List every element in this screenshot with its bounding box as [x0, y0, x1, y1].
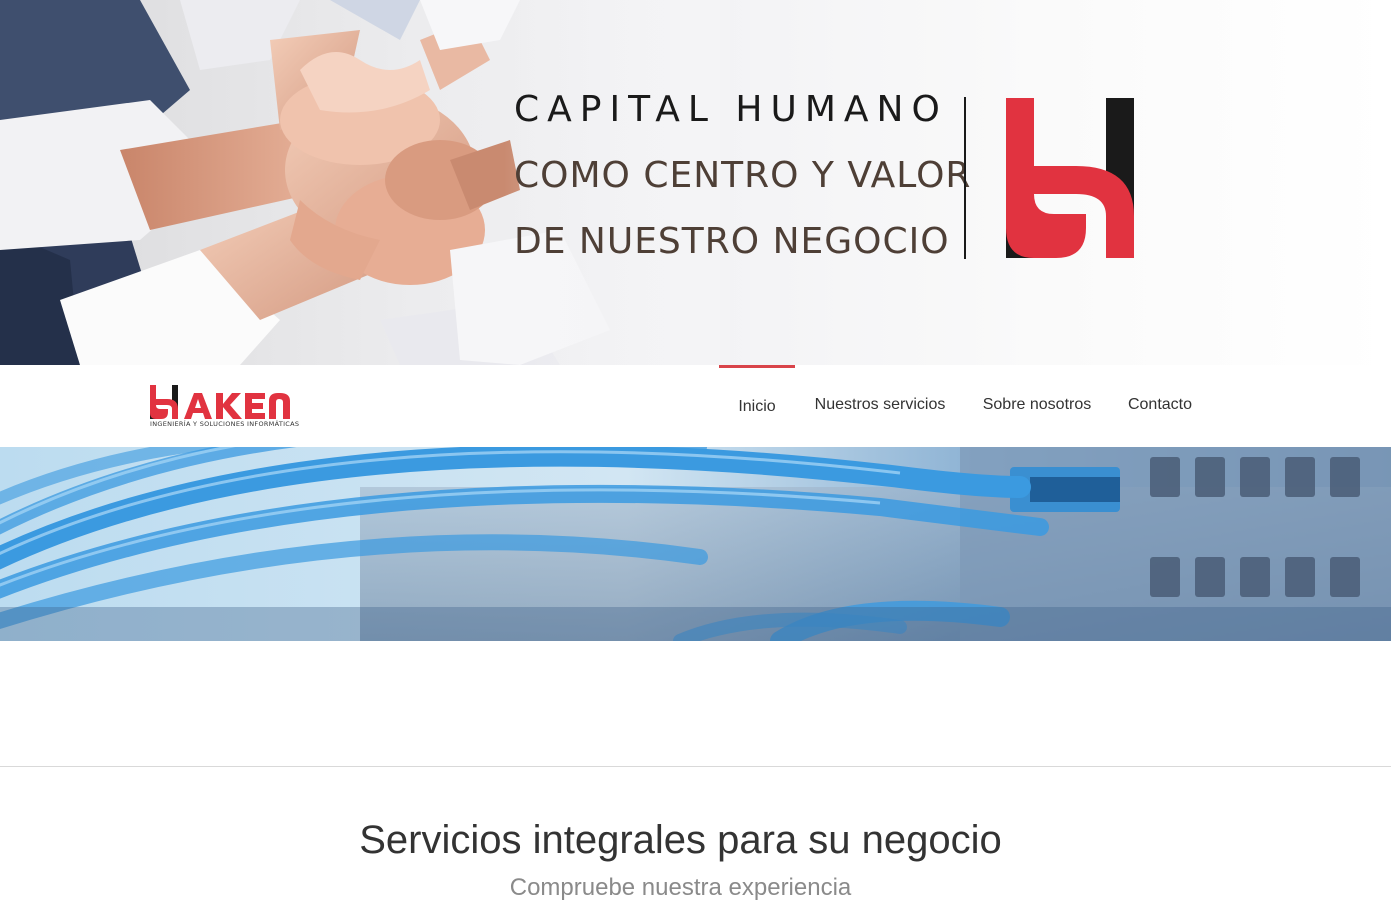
main-navbar: INGENIERÍA Y SOLUCIONES INFORMÁTICAS Ini… [0, 365, 1391, 447]
hero-banner: CAPITAL HUMANO COMO CENTRO Y VALOR DE NU… [0, 0, 1391, 365]
nav-item-contacto[interactable]: Contacto [1118, 365, 1202, 447]
nav-item-nuestros-servicios[interactable]: Nuestros servicios [804, 365, 956, 447]
section-title: Servicios integrales para su negocio [359, 818, 1002, 862]
hero-divider [964, 97, 966, 259]
section-separator [0, 766, 1391, 767]
brand-tagline: INGENIERÍA Y SOLUCIONES INFORMÁTICAS [150, 420, 300, 428]
nav-item-sobre-nosotros[interactable]: Sobre nosotros [972, 365, 1102, 447]
hero-line-negocio: DE NUESTRO NEGOCIO [514, 221, 950, 262]
hero-line-centro-valor: COMO CENTRO Y VALOR [514, 155, 972, 196]
network-cables-image [0, 447, 1391, 641]
hero-slogan: CAPITAL HUMANO COMO CENTRO Y VALOR DE NU… [514, 88, 971, 264]
hero-line-capital-humano: CAPITAL HUMANO [514, 89, 948, 130]
nav-item-inicio[interactable]: Inicio [719, 365, 795, 447]
haken-h-logo-icon [1006, 98, 1134, 258]
